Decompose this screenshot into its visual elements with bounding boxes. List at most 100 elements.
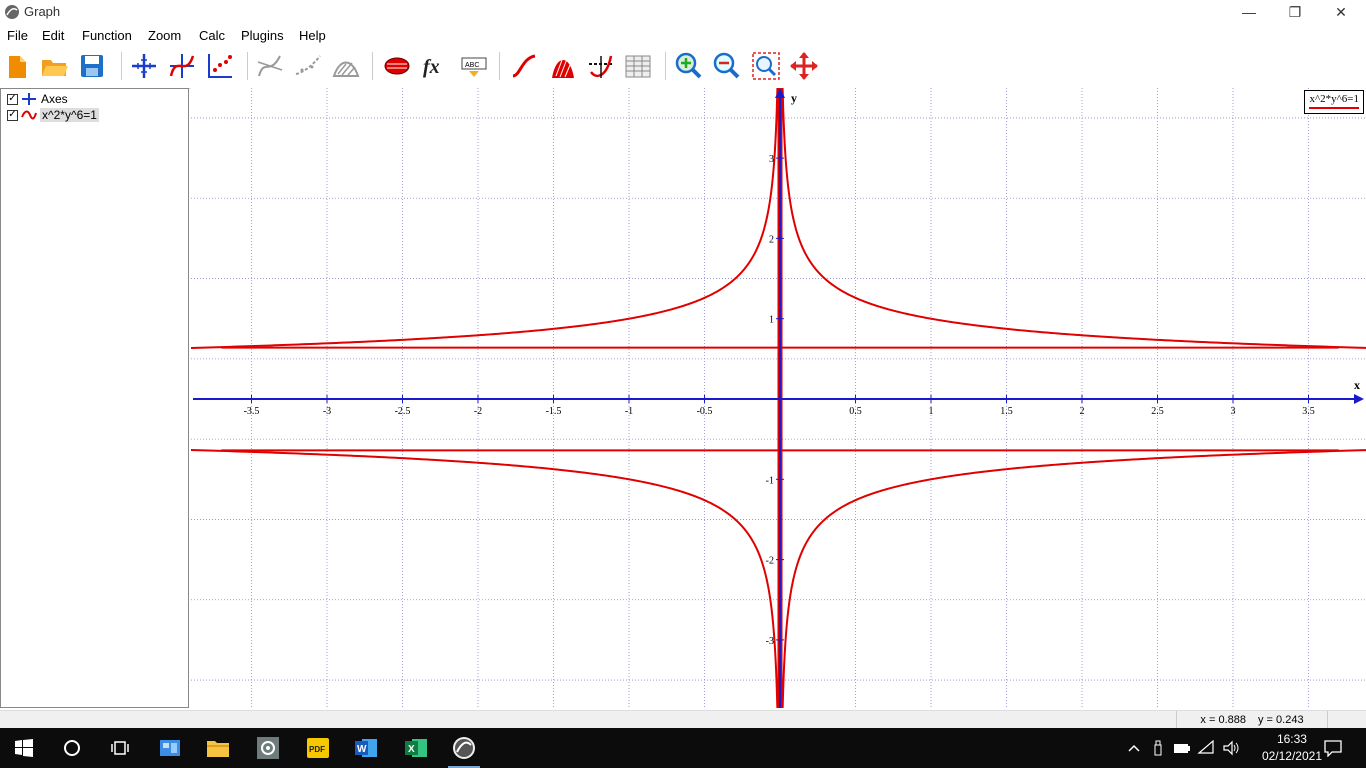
cursor-coordinates: x = 0.888 y = 0.243 [1176,711,1328,729]
taskbar-app-settings[interactable] [244,728,292,768]
svg-text:PDF: PDF [309,745,325,754]
x-tick-label: -2.5 [395,406,411,417]
relation-curve-branch [190,449,780,709]
graph-area[interactable]: -3.5 -3 -2.5 -2 -1.5 -1 -0.5 0.5 1 1.5 2 2.5 3 3.5 3 2 1… [190,87,1366,709]
x-tick-label: 2 [1080,406,1085,417]
axes-icon [22,93,36,105]
menu-bar: File Edit Function Zoom Calc Plugins Hel… [0,24,1366,46]
menu-file[interactable]: File [7,28,28,43]
y-tick-label: -2 [766,556,774,567]
plot-canvas[interactable]: -3.5 -3 -2.5 -2 -1.5 -1 -0.5 0.5 1 1.5 2 2.5 3 3.5 3 2 1… [190,87,1366,709]
y-tick-label: 3 [769,154,774,165]
menu-zoom[interactable]: Zoom [148,28,181,43]
word-icon: W [355,739,377,757]
task-view-button[interactable] [96,728,144,768]
list-item-function[interactable]: ✓ x^2*y^6=1 [7,107,99,123]
x-tick-label: -0.5 [697,406,713,417]
pdf-icon: PDF [307,738,329,758]
close-icon: ✕ [1335,3,1347,20]
windows-icon [15,739,33,757]
graph-app-icon [453,737,475,759]
taskbar-app-control-panel[interactable] [146,728,194,768]
start-button[interactable] [0,728,48,768]
menu-edit[interactable]: Edit [42,28,64,43]
title-bar: Graph — ❐ ✕ [0,0,1366,24]
graph-app-icon [5,5,19,19]
zoom-in-icon[interactable] [673,50,705,82]
toolbar-separator [372,52,373,80]
task-view-icon [111,741,129,755]
area-icon[interactable] [547,50,579,82]
excel-icon: X [405,739,427,757]
insert-function-icon[interactable] [166,50,198,82]
menu-plugins[interactable]: Plugins [241,28,284,43]
legend-line [1309,107,1359,109]
checkbox-function[interactable]: ✓ [7,109,18,121]
insert-trendline-icon[interactable] [292,50,324,82]
checkbox-axes[interactable]: ✓ [7,93,18,105]
battery-icon[interactable] [1172,740,1192,756]
insert-shading-icon[interactable] [330,50,362,82]
restore-button[interactable]: ❐ [1272,0,1318,24]
open-icon[interactable] [38,50,70,82]
svg-text:W: W [357,744,367,755]
usb-icon[interactable] [1152,739,1164,757]
new-icon[interactable] [1,50,33,82]
svg-text:X: X [408,744,415,755]
system-clock[interactable]: 16:33 02/12/2021 [1262,731,1322,765]
function-list-panel: ✓ Axes ✓ x^2*y^6=1 [0,88,189,708]
svg-text:fx: fx [423,56,440,78]
insert-tangent-icon[interactable] [254,50,286,82]
minimize-button[interactable]: — [1226,0,1272,24]
edit-function-icon[interactable] [508,50,540,82]
cursor-x: x = 0.888 [1200,714,1246,726]
table-icon[interactable] [622,50,654,82]
search-button[interactable] [48,728,96,768]
search-icon [64,740,80,756]
x-tick-label: 2.5 [1151,406,1164,417]
taskbar-app-excel[interactable]: X [392,728,440,768]
x-tick-label: -2 [474,406,482,417]
x-axis-label: x [1354,378,1360,392]
relation-curve-branch [780,87,1366,349]
y-tick-label: 1 [769,315,774,326]
notifications-icon[interactable] [1324,739,1342,757]
menu-help[interactable]: Help [299,28,326,43]
insert-point-series-icon[interactable] [204,50,236,82]
menu-function[interactable]: Function [82,28,132,43]
toolbar: fx ABC [0,46,1366,89]
insert-relation-icon[interactable] [381,50,413,82]
x-tick-label: -3.5 [244,406,260,417]
close-button[interactable]: ✕ [1318,0,1364,24]
show-hidden-icons-icon[interactable] [1127,741,1141,755]
x-axis-arrow [1354,394,1364,404]
custom-functions-icon[interactable]: fx [420,50,452,82]
relation-curve-branch [190,87,780,349]
list-item-label: x^2*y^6=1 [40,108,99,122]
cursor-y: y = 0.243 [1258,714,1304,726]
settings-icon [257,737,279,759]
x-tick-label: 3 [1231,406,1236,417]
zoom-out-icon[interactable] [711,50,743,82]
relation-curve-branch [780,449,1366,709]
menu-calc[interactable]: Calc [199,28,225,43]
list-item-axes[interactable]: ✓ Axes [7,91,68,107]
taskbar-app-file-explorer[interactable] [194,728,242,768]
wifi-icon[interactable] [1197,739,1217,757]
save-icon[interactable] [76,50,108,82]
taskbar-app-word[interactable]: W [342,728,390,768]
taskbar-app-pdf[interactable]: PDF [294,728,342,768]
y-tick-label: 2 [769,234,774,245]
move-icon[interactable] [788,50,820,82]
y-tick-label: -1 [766,475,774,486]
x-tick-label: 1 [929,406,934,417]
toolbar-separator [247,52,248,80]
y-tick-label: -3 [766,636,774,647]
zoom-window-icon[interactable] [750,50,782,82]
clock-time: 16:33 [1276,732,1307,746]
insert-label-icon[interactable]: ABC [458,50,490,82]
volume-icon[interactable] [1222,739,1240,757]
evaluate-icon[interactable] [585,50,617,82]
taskbar-app-graph[interactable] [440,728,488,768]
axes-icon[interactable] [128,50,160,82]
